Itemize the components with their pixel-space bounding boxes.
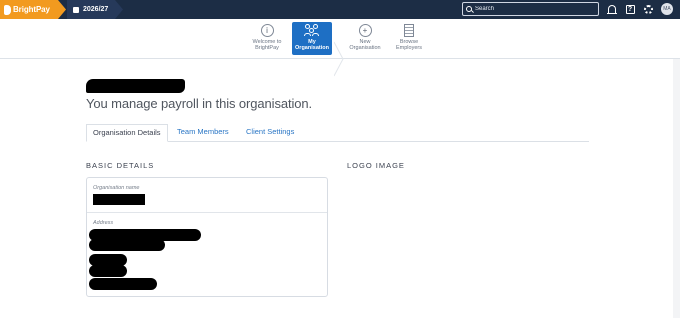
basic-details-heading: BASIC DETAILS xyxy=(86,161,155,170)
nav-welcome[interactable]: i Welcome to BrightPay xyxy=(247,22,287,55)
app-window: BrightPay 2026/27 ? MA i Welcome to Brig… xyxy=(0,0,680,318)
nav-browse-employers-label: Browse Employers xyxy=(396,39,422,51)
address-line-5-redacted xyxy=(89,278,157,290)
logo-mark-icon xyxy=(4,4,11,15)
info-icon: i xyxy=(260,24,274,37)
tab-bar: Organisation Details Team Members Client… xyxy=(86,124,589,142)
building-icon xyxy=(404,24,414,37)
nav-welcome-label: Welcome to BrightPay xyxy=(252,39,282,51)
nav-browse-employers[interactable]: Browse Employers xyxy=(389,22,429,55)
address-line-4-redacted xyxy=(89,265,127,277)
nav-my-organisation-label: My Organisation xyxy=(295,39,329,51)
nav-new-organisation-label: New Organisation xyxy=(349,39,381,51)
tab-team-members[interactable]: Team Members xyxy=(171,124,235,142)
basic-details-card: Organisation name Address xyxy=(86,177,328,297)
tax-year-label: 2026/27 xyxy=(83,6,109,13)
people-icon xyxy=(304,24,320,37)
help-icon: ? xyxy=(625,4,635,14)
address-label: Address xyxy=(93,220,114,226)
tax-year-selector[interactable]: 2026/27 xyxy=(67,0,123,19)
plus-icon: + xyxy=(358,24,372,37)
notifications-button[interactable] xyxy=(606,3,618,15)
page-subtitle: You manage payroll in this organisation. xyxy=(86,96,313,111)
tab-client-settings[interactable]: Client Settings xyxy=(240,124,300,142)
organisation-name-heading-redacted xyxy=(86,79,185,93)
nav-arrow-icon xyxy=(334,41,344,77)
gear-icon xyxy=(643,4,653,14)
help-button[interactable]: ? xyxy=(624,3,636,15)
brand-name: BrightPay xyxy=(13,5,50,14)
organisation-name-value-redacted xyxy=(93,194,145,205)
secondary-nav: i Welcome to BrightPay My Organisation +… xyxy=(0,19,680,77)
scrollbar-track[interactable] xyxy=(673,59,680,318)
brightpay-logo[interactable]: BrightPay xyxy=(0,0,66,19)
nav-new-organisation[interactable]: + New Organisation xyxy=(345,22,385,55)
top-bar: BrightPay 2026/27 ? MA xyxy=(0,0,680,19)
field-divider xyxy=(87,212,327,213)
tab-organisation-details[interactable]: Organisation Details xyxy=(86,124,168,142)
nav-my-organisation[interactable]: My Organisation xyxy=(292,22,332,55)
calendar-icon xyxy=(73,6,79,13)
user-avatar[interactable]: MA xyxy=(661,3,673,15)
bell-icon xyxy=(607,5,617,14)
search-icon xyxy=(466,6,472,12)
search-box[interactable] xyxy=(462,2,599,16)
settings-button[interactable] xyxy=(642,3,654,15)
organisation-name-label: Organisation name xyxy=(93,185,140,191)
address-line-2-redacted xyxy=(89,239,165,251)
search-input[interactable] xyxy=(475,6,585,12)
logo-image-heading: LOGO IMAGE xyxy=(347,161,405,170)
